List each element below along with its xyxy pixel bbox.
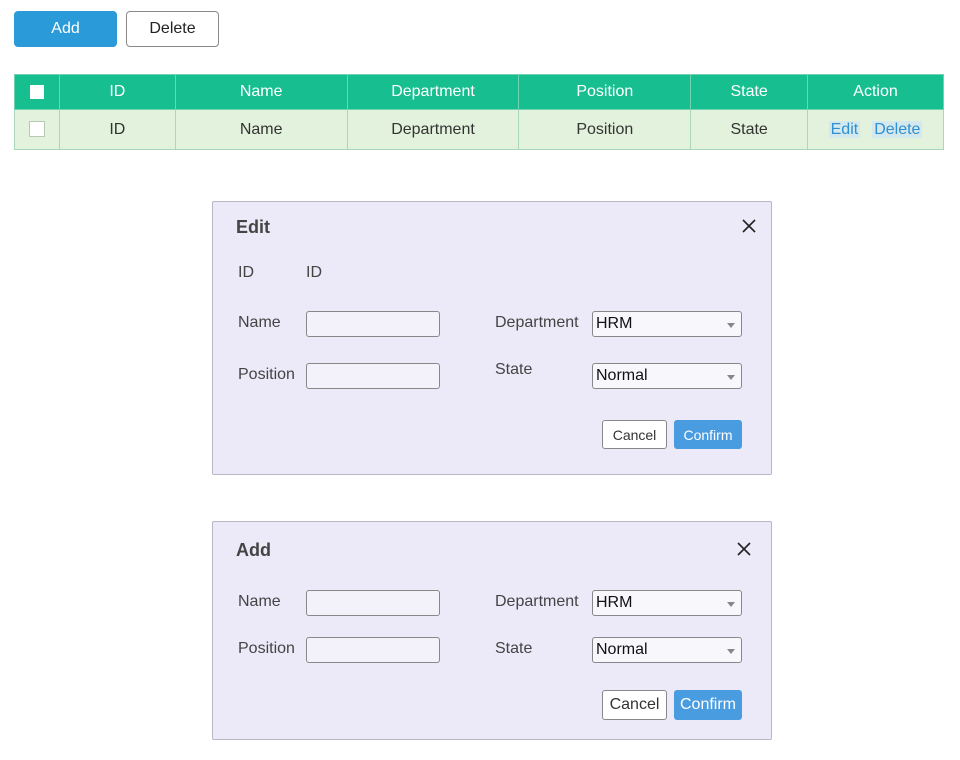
row-select-cell[interactable] xyxy=(14,109,60,150)
close-icon[interactable] xyxy=(736,541,754,559)
chevron-down-icon xyxy=(727,323,735,328)
header-state: State xyxy=(690,74,809,110)
chevron-down-icon xyxy=(727,649,735,654)
add-name-label: Name xyxy=(238,593,281,610)
edit-dialog: Edit ID ID Name Department HRM Position … xyxy=(212,201,772,475)
edit-id-value: ID xyxy=(306,264,322,281)
cell-position: Position xyxy=(518,109,692,150)
edit-department-value: HRM xyxy=(596,315,633,332)
cell-state: State xyxy=(690,109,809,150)
delete-button[interactable]: Delete xyxy=(126,11,219,47)
close-icon[interactable] xyxy=(741,218,759,236)
chevron-down-icon xyxy=(727,602,735,607)
header-position: Position xyxy=(518,74,692,110)
edit-cancel-button[interactable]: Cancel xyxy=(602,420,667,449)
header-name: Name xyxy=(174,74,348,110)
edit-state-value: Normal xyxy=(596,367,648,384)
add-department-select[interactable]: HRM xyxy=(592,590,742,616)
row-delete-link[interactable]: Delete xyxy=(872,120,923,138)
add-name-input[interactable] xyxy=(306,590,440,616)
add-position-input[interactable] xyxy=(306,637,440,663)
cell-name: Name xyxy=(174,109,348,150)
employee-table: ID Name Department Position State Action… xyxy=(14,74,944,150)
add-department-value: HRM xyxy=(596,594,633,611)
cell-department: Department xyxy=(346,109,520,150)
edit-department-label: Department xyxy=(495,314,579,331)
edit-state-label: State xyxy=(495,361,533,378)
table-header-row: ID Name Department Position State Action xyxy=(14,74,944,110)
add-cancel-button[interactable]: Cancel xyxy=(602,690,667,720)
edit-confirm-button[interactable]: Confirm xyxy=(674,420,742,449)
add-button[interactable]: Add xyxy=(14,11,117,47)
add-state-value: Normal xyxy=(596,641,648,658)
edit-id-label: ID xyxy=(238,264,254,281)
page: Add Delete ID Name Department Position S… xyxy=(0,0,960,760)
cell-action: Edit Delete xyxy=(807,109,944,150)
add-state-select[interactable]: Normal xyxy=(592,637,742,663)
cell-id: ID xyxy=(58,109,176,150)
header-select-all-cell[interactable] xyxy=(14,74,60,110)
edit-name-input[interactable] xyxy=(306,311,440,337)
header-id: ID xyxy=(58,74,176,110)
add-state-label: State xyxy=(495,640,533,657)
chevron-down-icon xyxy=(727,375,735,380)
row-checkbox[interactable] xyxy=(28,121,45,138)
add-confirm-button[interactable]: Confirm xyxy=(674,690,742,720)
row-edit-link[interactable]: Edit xyxy=(828,120,861,138)
add-dialog-title: Add xyxy=(236,540,271,560)
add-department-label: Department xyxy=(495,593,579,610)
edit-position-label: Position xyxy=(238,366,295,383)
add-dialog: Add Name Department HRM Position State N… xyxy=(212,521,772,740)
edit-position-input[interactable] xyxy=(306,363,440,389)
header-action: Action xyxy=(807,74,944,110)
edit-name-label: Name xyxy=(238,314,281,331)
add-position-label: Position xyxy=(238,640,295,657)
header-department: Department xyxy=(346,74,520,110)
edit-state-select[interactable]: Normal xyxy=(592,363,742,389)
edit-department-select[interactable]: HRM xyxy=(592,311,742,337)
select-all-checkbox[interactable] xyxy=(29,84,44,99)
table-row: ID Name Department Position State Edit De… xyxy=(14,109,944,150)
edit-dialog-title: Edit xyxy=(236,217,270,237)
